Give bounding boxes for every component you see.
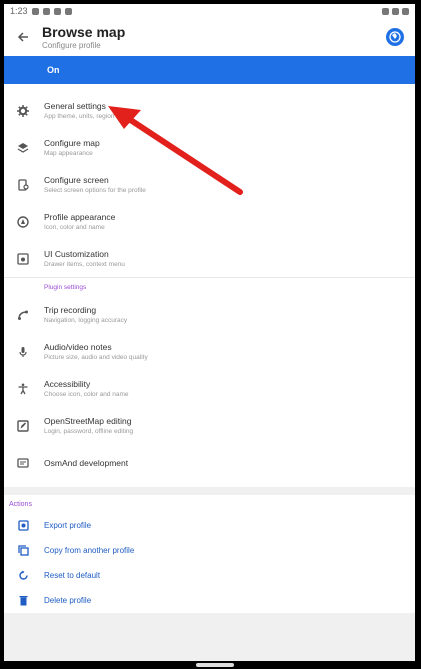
settings-item-subtitle: Select screen options for the profile [44, 187, 146, 194]
nav-handle [196, 663, 234, 667]
plugin-item-title: OsmAnd development [44, 457, 129, 468]
settings-item-title: General settings [44, 101, 106, 111]
state-label: On [47, 65, 60, 75]
settings-item-general[interactable]: General settings App theme, units, regio… [4, 92, 415, 129]
action-label: Export profile [44, 521, 92, 530]
settings-item-subtitle: Icon, color and name [44, 224, 105, 231]
osm-icon [17, 419, 29, 432]
action-label: Copy from another profile [44, 546, 135, 555]
profile-state-toggle[interactable]: On [4, 56, 415, 84]
location-status-icon [382, 7, 389, 15]
app-status-icon [64, 7, 72, 15]
plugin-item-accessibility[interactable]: Accessibility Choose icon, color and nam… [4, 370, 415, 407]
plugin-item-subtitle: Navigation, logging accuracy [44, 317, 128, 324]
globe-icon [386, 28, 404, 46]
settings-status-icon [42, 7, 50, 15]
battery-icon [402, 7, 409, 15]
settings-item-title: UI Customization [44, 249, 109, 259]
status-time: 1:23 [10, 6, 28, 16]
reset-icon [18, 570, 28, 580]
reset-profile-button[interactable]: Reset to default [4, 563, 415, 588]
action-label: Delete profile [44, 596, 92, 605]
settings-item-title: Profile appearance [44, 212, 116, 222]
settings-item-subtitle: Map appearance [44, 150, 93, 157]
plugin-item-title: Trip recording [44, 305, 97, 315]
actions-header: Actions [9, 500, 32, 508]
delete-profile-button[interactable]: Delete profile [4, 588, 415, 613]
gear-icon [17, 104, 29, 117]
page-subtitle: Configure profile [42, 40, 101, 50]
plugin-item-subtitle: Picture size, audio and video quality [44, 354, 148, 361]
palette-icon [17, 215, 29, 228]
page-title: Browse map [42, 23, 126, 40]
wifi-icon [392, 7, 399, 15]
copy-icon [17, 545, 29, 556]
plugin-item-trip-recording[interactable]: Trip recording Navigation, logging accur… [4, 296, 415, 333]
plugin-item-audio-video[interactable]: Audio/video notes Picture size, audio an… [4, 333, 415, 370]
profile-button[interactable] [385, 27, 405, 47]
plugin-item-osm-editing[interactable]: OpenStreetMap editing Login, password, o… [4, 407, 415, 444]
settings-item-title: Configure screen [44, 175, 109, 185]
plugin-item-title: Accessibility [44, 379, 91, 389]
plugin-item-osmand-development[interactable]: OsmAnd development [4, 444, 415, 481]
action-label: Reset to default [44, 571, 101, 580]
back-button[interactable] [4, 18, 42, 56]
settings-item-title: Configure map [44, 138, 100, 148]
mic-icon [19, 346, 27, 357]
screen: 1:23 Browse map Configure profile On Gen… [4, 4, 415, 661]
export-profile-button[interactable]: Export profile [4, 513, 415, 538]
settings-item-subtitle: Drawer items, context menu [44, 261, 125, 268]
plugin-settings-header: Plugin settings [44, 283, 87, 291]
settings-item-ui-customization[interactable]: UI Customization Drawer items, context m… [4, 240, 415, 277]
plugin-item-subtitle: Choose icon, color and name [44, 391, 129, 398]
arrow-left-icon [17, 32, 28, 42]
trip-icon [18, 310, 28, 320]
settings-item-subtitle: App theme, units, region [44, 113, 115, 120]
plugin-item-title: Audio/video notes [44, 342, 112, 352]
accessibility-icon [18, 383, 28, 394]
delete-icon [19, 596, 27, 606]
status-bar: 1:23 [4, 4, 415, 18]
dev-icon [17, 457, 29, 468]
settings-item-configure-map[interactable]: Configure map Map appearance [4, 129, 415, 166]
notification-icon [31, 7, 39, 15]
app-toolbar: Browse map Configure profile [4, 18, 415, 56]
copy-profile-button[interactable]: Copy from another profile [4, 538, 415, 563]
layers-icon [17, 142, 29, 153]
plugin-item-title: OpenStreetMap editing [44, 416, 132, 426]
plugin-item-subtitle: Login, password, offline editing [44, 428, 134, 435]
ui-icon [17, 252, 29, 265]
gear-status-icon [53, 7, 61, 15]
screen-icon [18, 178, 29, 191]
settings-item-configure-screen[interactable]: Configure screen Select screen options f… [4, 166, 415, 203]
bottom-empty-area [4, 613, 415, 661]
settings-item-profile-appearance[interactable]: Profile appearance Icon, color and name [4, 203, 415, 240]
export-icon [17, 520, 29, 531]
